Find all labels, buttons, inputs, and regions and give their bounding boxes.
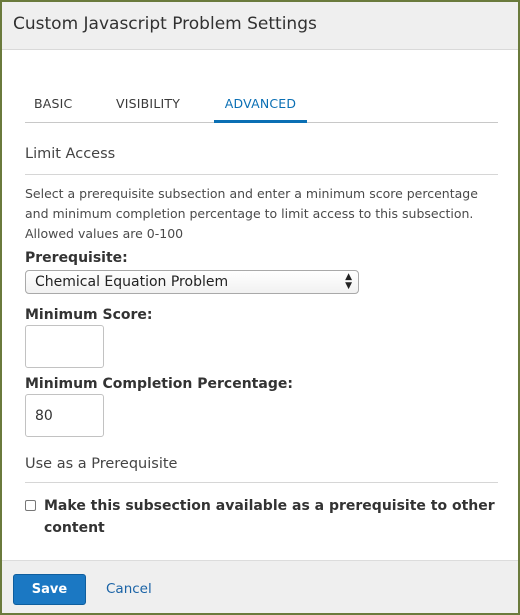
- prerequisite-checkbox[interactable]: [25, 500, 36, 511]
- settings-modal: Custom Javascript Problem Settings BASIC…: [0, 0, 520, 615]
- modal-header: Custom Javascript Problem Settings: [2, 2, 518, 50]
- cancel-button[interactable]: Cancel: [106, 581, 152, 597]
- divider: [25, 482, 498, 483]
- tab-bar: BASIC VISIBILITY ADVANCED: [25, 96, 498, 123]
- prerequisite-checkbox-label[interactable]: Make this subsection available as a prer…: [44, 495, 504, 539]
- limit-access-description: Select a prerequisite subsection and ent…: [25, 186, 478, 241]
- modal-footer: Save Cancel: [2, 560, 518, 613]
- modal-title: Custom Javascript Problem Settings: [13, 14, 317, 34]
- tab-visibility[interactable]: VISIBILITY: [116, 96, 180, 120]
- tab-basic[interactable]: BASIC: [34, 96, 72, 120]
- save-button[interactable]: Save: [13, 574, 86, 605]
- limit-access-heading: Limit Access: [25, 146, 116, 162]
- prerequisite-selected-value: Chemical Equation Problem: [35, 274, 229, 290]
- tab-advanced[interactable]: ADVANCED: [214, 96, 307, 123]
- select-arrows-icon: ▲ ▼: [345, 272, 352, 291]
- min-completion-input[interactable]: [25, 394, 104, 437]
- min-score-label: Minimum Score:: [25, 307, 153, 323]
- prerequisite-label: Prerequisite:: [25, 250, 128, 266]
- min-score-input[interactable]: [25, 325, 104, 368]
- use-as-prerequisite-heading: Use as a Prerequisite: [25, 456, 178, 472]
- prerequisite-select[interactable]: Chemical Equation Problem ▲ ▼: [25, 270, 359, 294]
- divider: [25, 174, 498, 175]
- min-completion-label: Minimum Completion Percentage:: [25, 376, 293, 392]
